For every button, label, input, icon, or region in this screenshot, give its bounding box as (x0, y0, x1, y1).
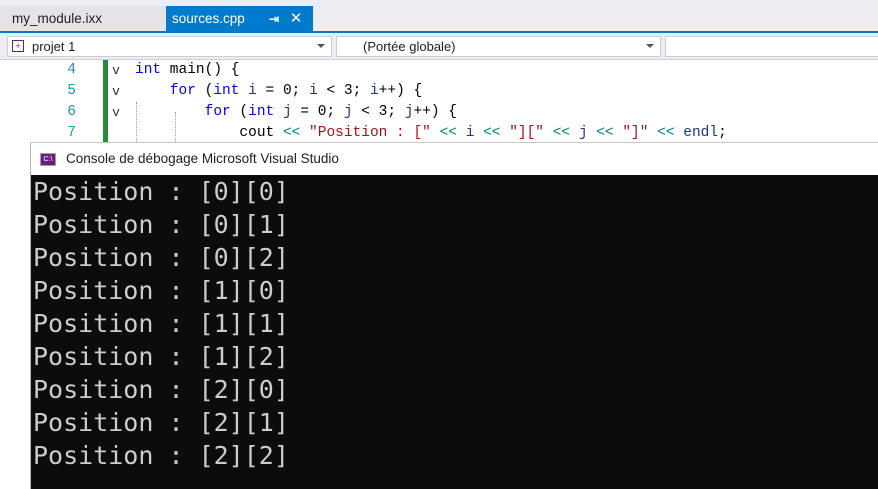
scope-dropdown-value: (Portée globale) (363, 39, 456, 54)
console-output-line: Position : [1][0] (33, 276, 289, 305)
console-output-line: Position : [0][0] (33, 177, 289, 206)
tab-my-module[interactable]: my_module.ixx (0, 6, 166, 32)
tab-label: sources.cpp (172, 11, 245, 26)
line-number: 4 (67, 62, 76, 78)
document-tab-strip: my_module.ixx sources.cpp ⇥ ✕ (0, 0, 878, 33)
debug-console-window[interactable]: C:\ Console de débogage Microsoft Visual… (30, 142, 878, 489)
console-output-line: Position : [0][2] (33, 243, 289, 272)
navigation-bar: + projet 1 (Portée globale) (0, 33, 878, 60)
console-title: Console de débogage Microsoft Visual Stu… (66, 151, 339, 166)
project-dropdown-value: projet 1 (32, 39, 76, 54)
line-number: 5 (67, 83, 76, 99)
console-output-line: Position : [2][2] (33, 441, 289, 470)
collapse-icon[interactable]: v (109, 60, 123, 81)
code-editor[interactable]: 4 v int main() { 5 v for (int i = 0; i <… (0, 60, 878, 142)
collapse-icon[interactable]: v (109, 102, 123, 123)
code-line: 4 v int main() { (0, 60, 878, 81)
console-output-line: Position : [0][1] (33, 210, 289, 239)
project-dropdown[interactable]: + projet 1 (7, 36, 332, 57)
chevron-down-icon[interactable] (646, 44, 654, 48)
pin-icon[interactable]: ⇥ (267, 6, 281, 32)
console-output-line: Position : [2][1] (33, 408, 289, 437)
line-number: 6 (67, 104, 76, 120)
console-output[interactable]: Position : [0][0] Position : [0][1] Posi… (31, 175, 878, 489)
code-line: 5 v for (int i = 0; i < 3; i++) { (0, 81, 878, 102)
tab-sources-cpp[interactable]: sources.cpp ⇥ ✕ (166, 6, 313, 32)
console-output-line: Position : [1][2] (33, 342, 289, 371)
console-titlebar[interactable]: C:\ Console de débogage Microsoft Visual… (31, 142, 878, 175)
code-line: 7 cout << "Position : [" << i << "][" <<… (0, 123, 878, 142)
console-output-line: Position : [2][0] (33, 375, 289, 404)
console-output-line: Position : [1][1] (33, 309, 289, 338)
tab-label: my_module.ixx (12, 11, 103, 26)
code-text: cout << "Position : [" << i << "][" << j… (239, 125, 727, 141)
project-icon: + (12, 40, 24, 52)
line-number: 7 (67, 125, 76, 141)
code-line: 6 v for (int j = 0; j < 3; j++) { (0, 102, 878, 123)
member-dropdown[interactable] (665, 36, 878, 57)
code-text: for (int i = 0; i < 3; i++) { (169, 83, 423, 99)
collapse-icon[interactable]: v (109, 81, 123, 102)
code-text: int main() { (135, 62, 240, 78)
scope-dropdown[interactable]: (Portée globale) (336, 36, 661, 57)
close-icon[interactable]: ✕ (289, 6, 303, 32)
code-text: for (int j = 0; j < 3; j++) { (204, 104, 458, 120)
console-app-icon: C:\ (40, 153, 56, 166)
chevron-down-icon[interactable] (317, 44, 325, 48)
